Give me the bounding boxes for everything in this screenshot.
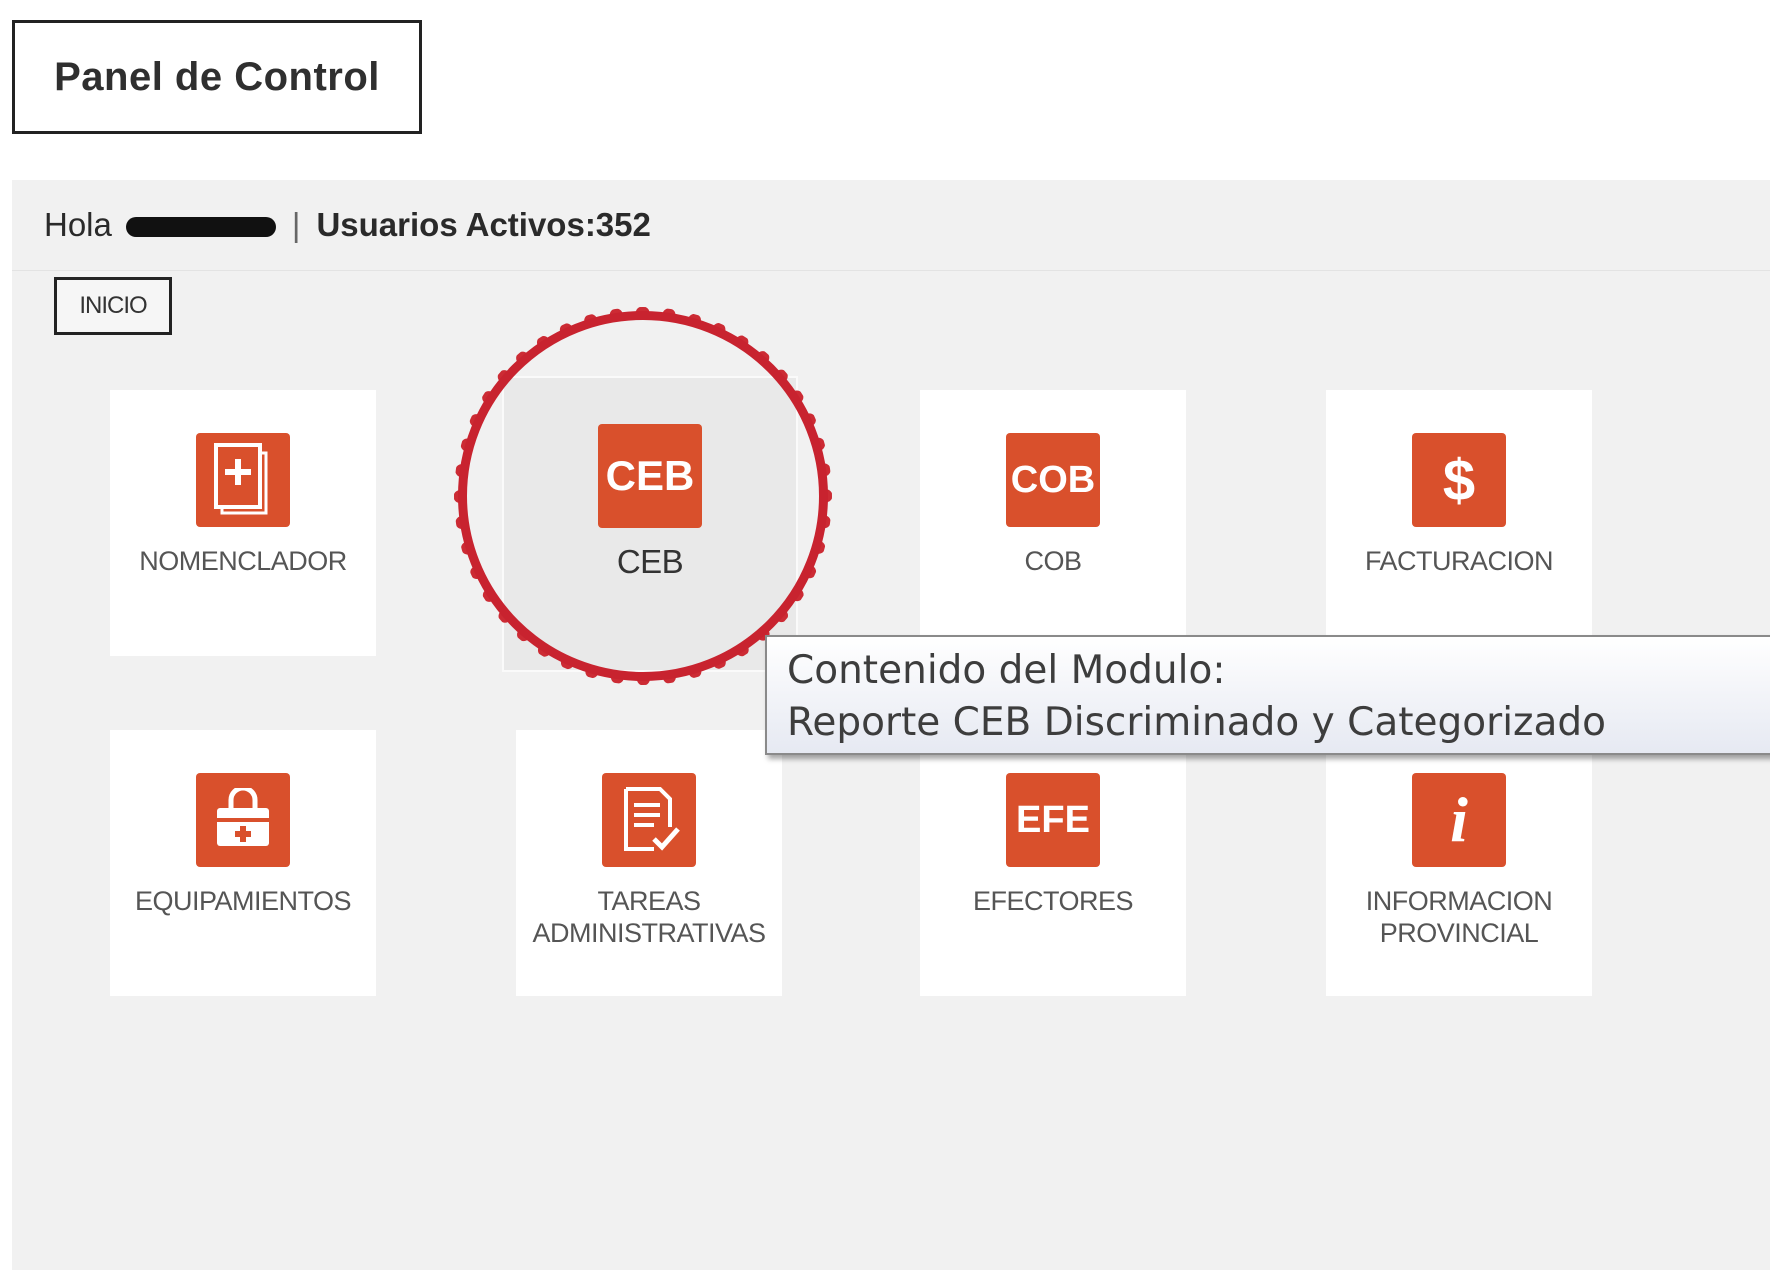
tooltip-line1: Contenido del Modulo: xyxy=(787,648,1226,693)
module-tile-informacion-provincial[interactable]: i INFORMACION PROVINCIAL xyxy=(1326,730,1592,996)
module-tile-nomenclador[interactable]: NOMENCLADOR xyxy=(110,390,376,656)
top-bar: Hola | Usuarios Activos:352 xyxy=(12,180,1770,271)
module-tile-ceb[interactable]: CEB CEB xyxy=(502,376,798,672)
medical-bag-icon xyxy=(196,773,290,867)
tile-label-line1: TAREAS xyxy=(597,886,701,916)
separator: | xyxy=(291,206,301,243)
tile-label: FACTURACION xyxy=(1364,546,1554,576)
tile-label: NOMENCLADOR xyxy=(139,546,347,576)
tile-label: INFORMACION PROVINCIAL xyxy=(1366,885,1553,949)
cob-icon: COB xyxy=(1006,433,1100,527)
page-title: Panel de Control xyxy=(54,54,380,99)
control-panel: Hola | Usuarios Activos:352 INICIO NOMEN… xyxy=(12,180,1770,1270)
info-icon: i xyxy=(1412,773,1506,867)
redacted-username xyxy=(125,217,276,237)
module-tile-tareas-administrativas[interactable]: TAREAS ADMINISTRATIVAS xyxy=(516,730,782,996)
tile-label: TAREAS ADMINISTRATIVAS xyxy=(532,885,766,949)
module-tile-efectores[interactable]: EFE EFECTORES xyxy=(920,730,1186,996)
greeting-text: Hola xyxy=(44,206,112,243)
breadcrumb-inicio[interactable]: INICIO xyxy=(54,277,172,335)
tooltip-line2: Reporte CEB Discriminado y Categorizado xyxy=(787,700,1607,745)
module-tile-equipamientos[interactable]: EQUIPAMIENTOS xyxy=(110,730,376,996)
tile-label: EQUIPAMIENTOS xyxy=(134,886,352,916)
medical-folder-icon xyxy=(196,433,290,527)
ceb-icon: CEB xyxy=(598,424,702,528)
module-tile-cob[interactable]: COB COB xyxy=(920,390,1186,656)
tile-label-line1: INFORMACION xyxy=(1365,886,1553,916)
dollar-icon: $ xyxy=(1412,433,1506,527)
active-users-count: Usuarios Activos:352 xyxy=(316,206,651,243)
task-document-icon xyxy=(602,773,696,867)
tile-label-line2: PROVINCIAL xyxy=(1379,918,1539,948)
tile-label: COB xyxy=(1024,546,1082,576)
module-tile-facturacion[interactable]: $ FACTURACION xyxy=(1326,390,1592,656)
efe-icon: EFE xyxy=(1006,773,1100,867)
page-title-box: Panel de Control xyxy=(12,20,422,134)
module-tooltip: Contenido del Modulo: Reporte CEB Discri… xyxy=(765,635,1770,755)
tile-label-line2: ADMINISTRATIVAS xyxy=(532,918,766,948)
tile-label: EFECTORES xyxy=(972,886,1134,916)
greeting-bar: Hola | Usuarios Activos:352 xyxy=(44,206,651,244)
tile-label: CEB xyxy=(616,543,684,580)
